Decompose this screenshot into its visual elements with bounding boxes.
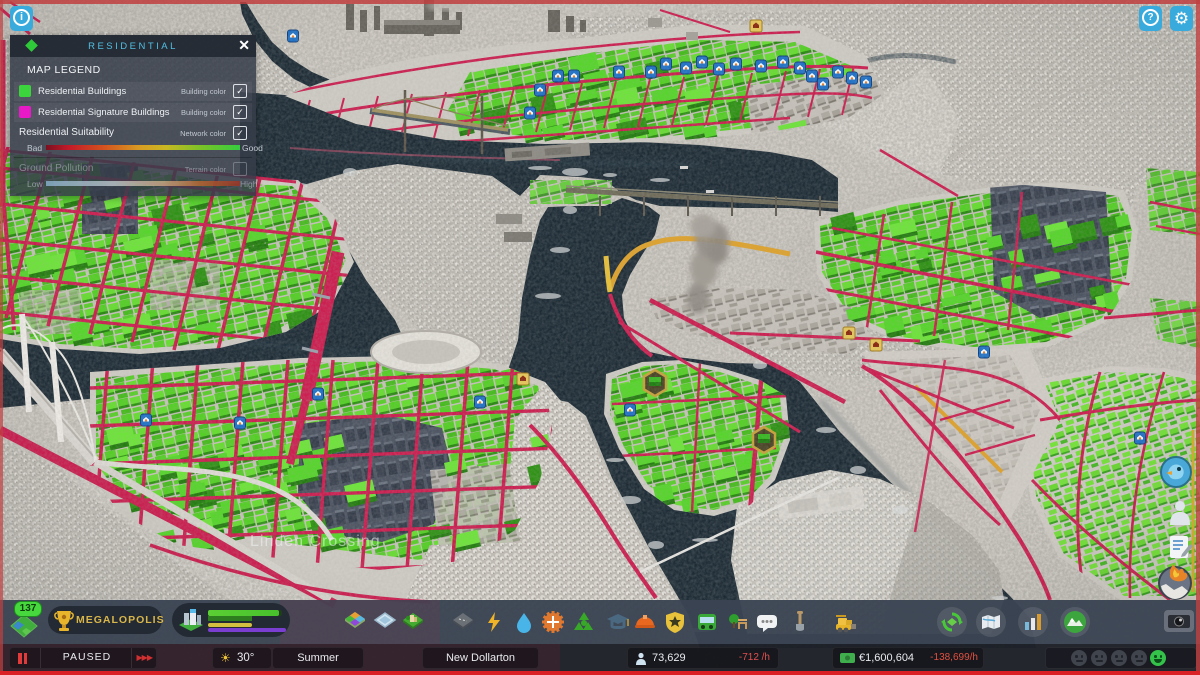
svg-text:Linden Crossing: Linden Crossing: [250, 533, 381, 550]
